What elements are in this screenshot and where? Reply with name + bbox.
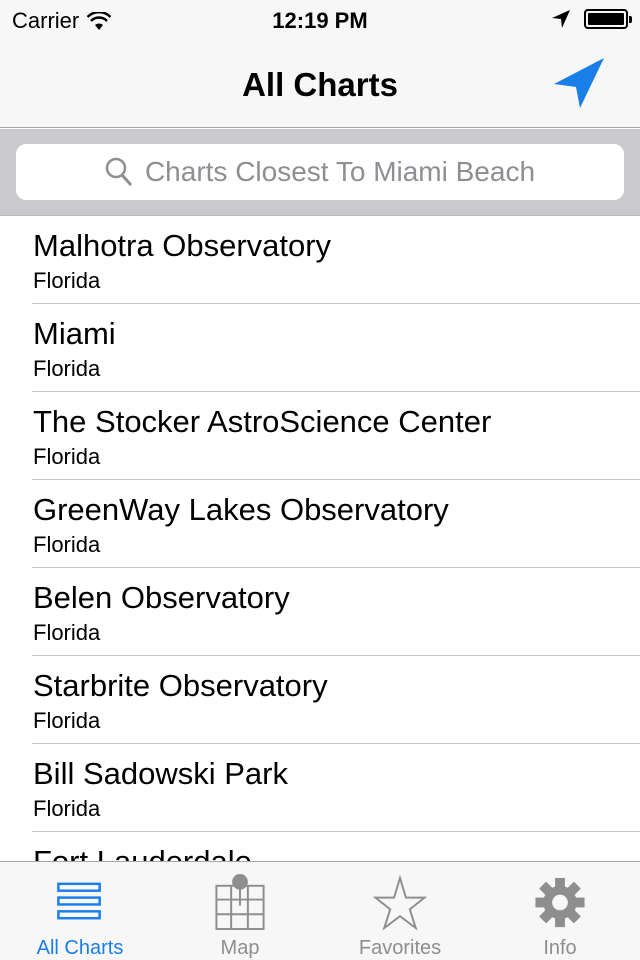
location-arrow-icon[interactable] [554,56,604,108]
item-name: The Stocker AstroScience Center [33,404,492,439]
navigation-bar: All Charts [0,40,640,128]
item-name: GreenWay Lakes Observatory [33,492,449,527]
map-icon [215,874,265,931]
search-bar: Charts Closest To Miami Beach [0,129,640,216]
page-title: All Charts [242,66,398,103]
location-services-icon [552,10,570,28]
tab-info[interactable]: Info [480,862,640,960]
status-bar: Carrier 12:19 PM [0,0,640,40]
tab-label: Favorites [358,937,442,959]
list-item[interactable]: Starbrite Observatory Florida [0,656,640,744]
item-name: Miami [33,316,116,351]
item-name: Fort Lauderdale [33,844,252,862]
tab-label: All Charts [36,937,124,959]
item-state: Florida [33,796,101,821]
tab-bar: All Charts Map Favorites Info [0,861,640,960]
tab-favorites[interactable]: Favorites [320,862,480,960]
item-name: Malhotra Observatory [33,228,332,263]
item-state: Florida [33,356,101,381]
star-icon [373,874,427,931]
gear-icon [535,877,585,928]
list-item[interactable]: Belen Observatory Florida [0,568,640,656]
search-placeholder: Charts Closest To Miami Beach [144,156,536,187]
list-item[interactable]: GreenWay Lakes Observatory Florida [0,480,640,568]
tab-map[interactable]: Map [160,862,320,960]
item-name: Belen Observatory [33,580,290,615]
search-icon [105,157,133,187]
item-state: Florida [33,444,101,469]
charts-list[interactable]: Malhotra Observatory Florida Miami Florida… [0,216,640,862]
list-icon [57,882,101,920]
clock: 12:19 PM [272,8,368,33]
list-item[interactable]: The Stocker AstroScience Center Florida [0,392,640,480]
tab-label: Map [220,937,260,959]
list-item[interactable]: Fort LauderdaleFlorida [0,832,640,862]
list-item[interactable]: Malhotra Observatory Florida [0,216,640,304]
battery-icon [584,9,632,29]
item-state: Florida [33,268,101,293]
item-state: Florida [33,532,101,557]
list-item[interactable]: Miami Florida [0,304,640,392]
item-name: Starbrite Observatory [33,668,328,703]
item-state: Florida [33,620,101,645]
item-name: Bill Sadowski Park [33,756,288,791]
item-state: Florida [33,708,101,733]
list-item[interactable]: Bill Sadowski Park Florida [0,744,640,832]
search-input[interactable]: Charts Closest To Miami Beach [16,144,624,200]
tab-all-charts[interactable]: All Charts [0,862,160,960]
tab-label: Info [543,937,577,959]
